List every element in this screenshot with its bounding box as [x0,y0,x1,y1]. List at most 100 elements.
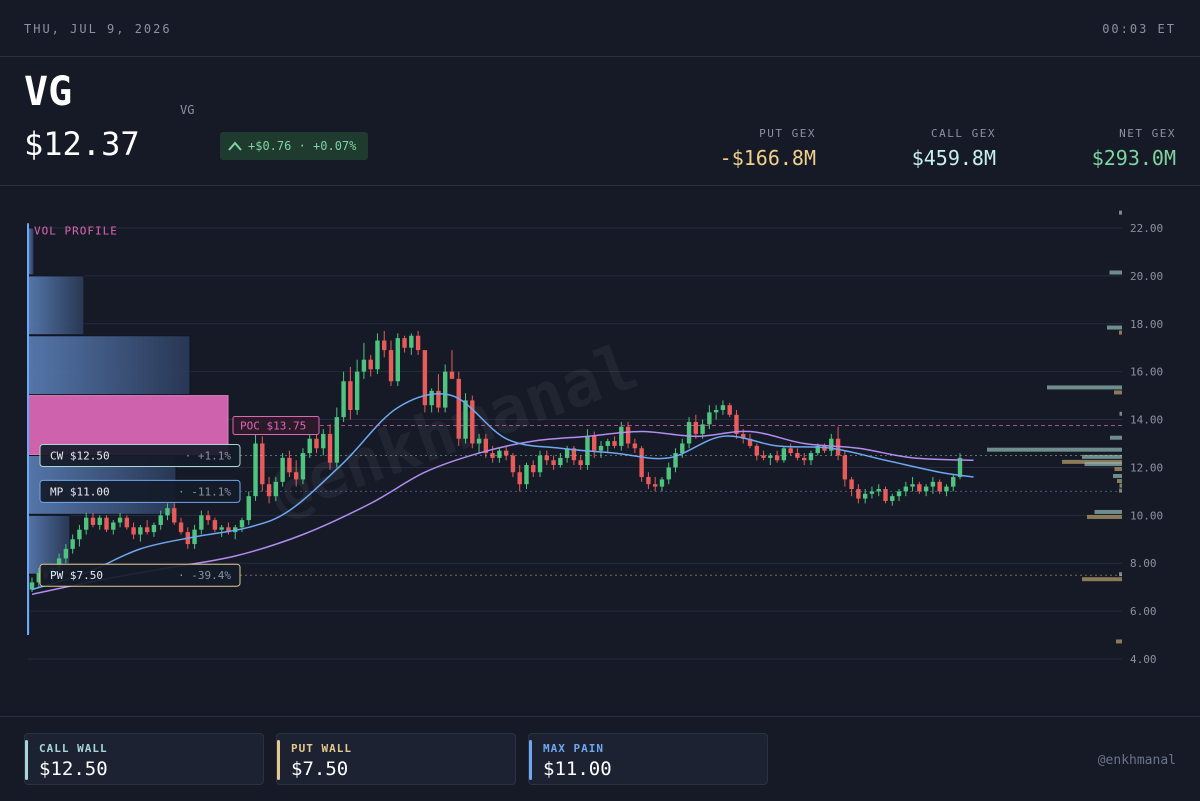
candle-body [422,350,428,406]
candle-body [849,479,854,489]
candle-body [151,524,157,533]
candle-body [172,508,177,523]
max-pain-value: $11.00 [543,758,612,780]
candle-body [158,515,163,525]
max-pain-label: MAX PAIN [543,742,604,755]
candle-body [598,445,604,451]
candle-body [239,520,245,528]
candle-body [341,381,346,418]
candle-body [930,481,936,487]
net-gex-label: NET GEX [1119,127,1176,140]
put-wall-value: $7.50 [291,758,349,780]
candle-body [409,335,414,348]
put-gex-bar [1116,639,1122,644]
candle-body [517,472,522,485]
candle-body [138,527,143,535]
call-gex-value: $459.8M [911,146,996,170]
candle-body [802,457,807,461]
ticker-subtitle: VG [180,103,195,117]
candle-body [619,426,624,446]
candle-body [592,436,597,451]
volume-profile-label: VOL PROFILE [34,224,118,237]
candle-body [531,465,536,473]
pw-level-label: PW $7.50 [50,569,103,582]
candle-body [327,433,333,463]
candle-body [659,479,665,487]
mp-level-label: MP $11.00 [50,485,110,498]
candle-body [774,455,780,461]
call-gex-bar [1119,483,1122,488]
put-gex-bar [1114,390,1122,395]
candle-body [165,508,170,516]
candle-body [951,477,956,487]
candle-body [104,517,109,530]
candle-body [361,359,367,372]
price-change-value: +$0.76 · +0.07% [248,139,357,153]
candle-body [754,445,759,456]
candle-body [625,426,631,444]
y-tick-label: 14.00 [1130,414,1163,427]
price-chart[interactable]: 22.00 20.00 18.00 16.00 14.00 12.00 10.00 8.00 6… [0,186,1200,716]
y-tick-label: 12.00 [1130,461,1163,474]
candle-body [923,486,929,492]
candle-body [300,453,306,480]
call-gex-bar [1119,411,1122,416]
candle-body [266,484,272,497]
candle-body [544,455,550,461]
candle-body [307,438,312,454]
call-gex-bar [1047,385,1122,390]
top-bar: THU, JUL 9, 2026 00:03 ET [0,0,1200,57]
volume-profile-bar [27,335,191,396]
candle-body [354,371,360,410]
candle-body [178,522,184,533]
candle-body [321,433,326,449]
candle-body [788,448,793,454]
candle-body [111,522,116,530]
candle-body [693,421,699,434]
candle-body [395,338,400,382]
y-tick-label: 18.00 [1130,318,1163,331]
candle-body [808,453,814,461]
y-tick-label: 10.00 [1130,509,1163,522]
candle-body [90,517,96,525]
net-gex-value: $293.0M [1091,146,1176,170]
candle-body [510,455,516,473]
ticker-symbol: VG [24,69,73,115]
chevron-up-icon [228,141,242,151]
put-gex-bar [1119,488,1122,493]
candle-body [293,472,299,480]
candle-body [856,488,861,499]
candle-body [83,517,89,530]
candle-body [944,486,949,492]
call-gex-stat: CALL GEX $459.8M [820,127,996,170]
candle-body [476,438,482,444]
price-chart-panel[interactable]: 22.00 20.00 18.00 16.00 14.00 12.00 10.00 8.00 6… [0,186,1200,716]
footer: CALL WALL $12.50 PUT WALL $7.50 MAX PAIN… [0,716,1200,801]
cw-level-label: CW $12.50 [50,449,110,462]
candle-body [903,486,909,492]
call-gex-bar [1107,325,1122,330]
y-tick-label: 22.00 [1130,222,1163,235]
candle-body [497,450,502,458]
call-gex-label: CALL GEX [931,127,996,140]
time-label: 00:03 ET [1102,22,1176,36]
candle-body [862,493,868,499]
candle-body [605,441,610,446]
candle-body [219,527,224,530]
call-gex-bar [1109,270,1122,275]
candle-body [781,448,787,461]
candle-body [707,412,712,425]
y-tick-label: 6.00 [1130,605,1157,618]
candle-body [280,457,285,482]
y-tick-label: 20.00 [1130,270,1163,283]
candle-body [205,515,211,521]
candle-body [273,481,279,497]
candle-body [456,378,461,439]
pw-level-pct: · -39.4% [178,569,231,582]
candle-body [70,539,75,549]
candle-body [463,400,468,439]
candle-body [375,340,380,370]
candle-body [639,448,644,478]
candle-body [937,481,942,492]
put-gex-bar [1087,514,1122,519]
